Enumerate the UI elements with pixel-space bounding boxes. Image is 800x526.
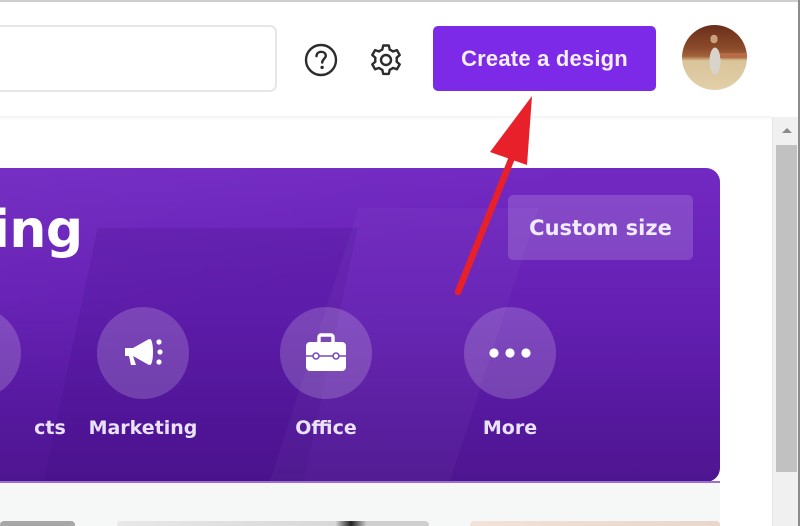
megaphone-icon (125, 339, 163, 365)
settings-button[interactable] (368, 42, 404, 78)
vertical-scrollbar[interactable] (772, 117, 800, 526)
design-thumbnail[interactable] (117, 521, 429, 526)
header-divider (0, 116, 772, 120)
category-icon-circle (464, 307, 556, 399)
help-button[interactable] (303, 42, 339, 78)
create-design-button[interactable]: Create a design (433, 26, 656, 91)
design-thumbnail[interactable] (470, 521, 720, 526)
category-office[interactable]: Office (266, 307, 386, 439)
top-header: Create a design (0, 2, 772, 117)
briefcase-icon (306, 333, 346, 371)
design-thumbnail[interactable] (0, 521, 75, 526)
category-more[interactable]: More (450, 307, 570, 439)
caret-up-icon (782, 127, 792, 133)
avatar[interactable] (682, 25, 747, 90)
scroll-up-button[interactable] (773, 117, 800, 143)
help-circle-icon (304, 43, 338, 77)
category-icon-circle (280, 307, 372, 399)
category-marketing[interactable]: Marketing (83, 307, 203, 439)
more-dots-icon (489, 348, 531, 358)
content-area (0, 483, 720, 526)
search-box[interactable] (0, 25, 277, 92)
category-label: cts (34, 417, 66, 439)
category-label: Marketing (88, 417, 198, 439)
banner-title: ing (0, 200, 83, 260)
avatar-photo-detail (720, 53, 747, 58)
category-products[interactable]: cts (0, 307, 66, 439)
scrollbar-thumb[interactable] (776, 145, 797, 472)
gear-icon (371, 44, 401, 76)
category-label: Office (295, 417, 357, 439)
category-icon-circle (0, 307, 21, 399)
category-label: More (482, 417, 538, 439)
search-input[interactable] (0, 27, 275, 90)
custom-size-button[interactable]: Custom size (508, 195, 693, 260)
category-icon-circle (97, 307, 189, 399)
